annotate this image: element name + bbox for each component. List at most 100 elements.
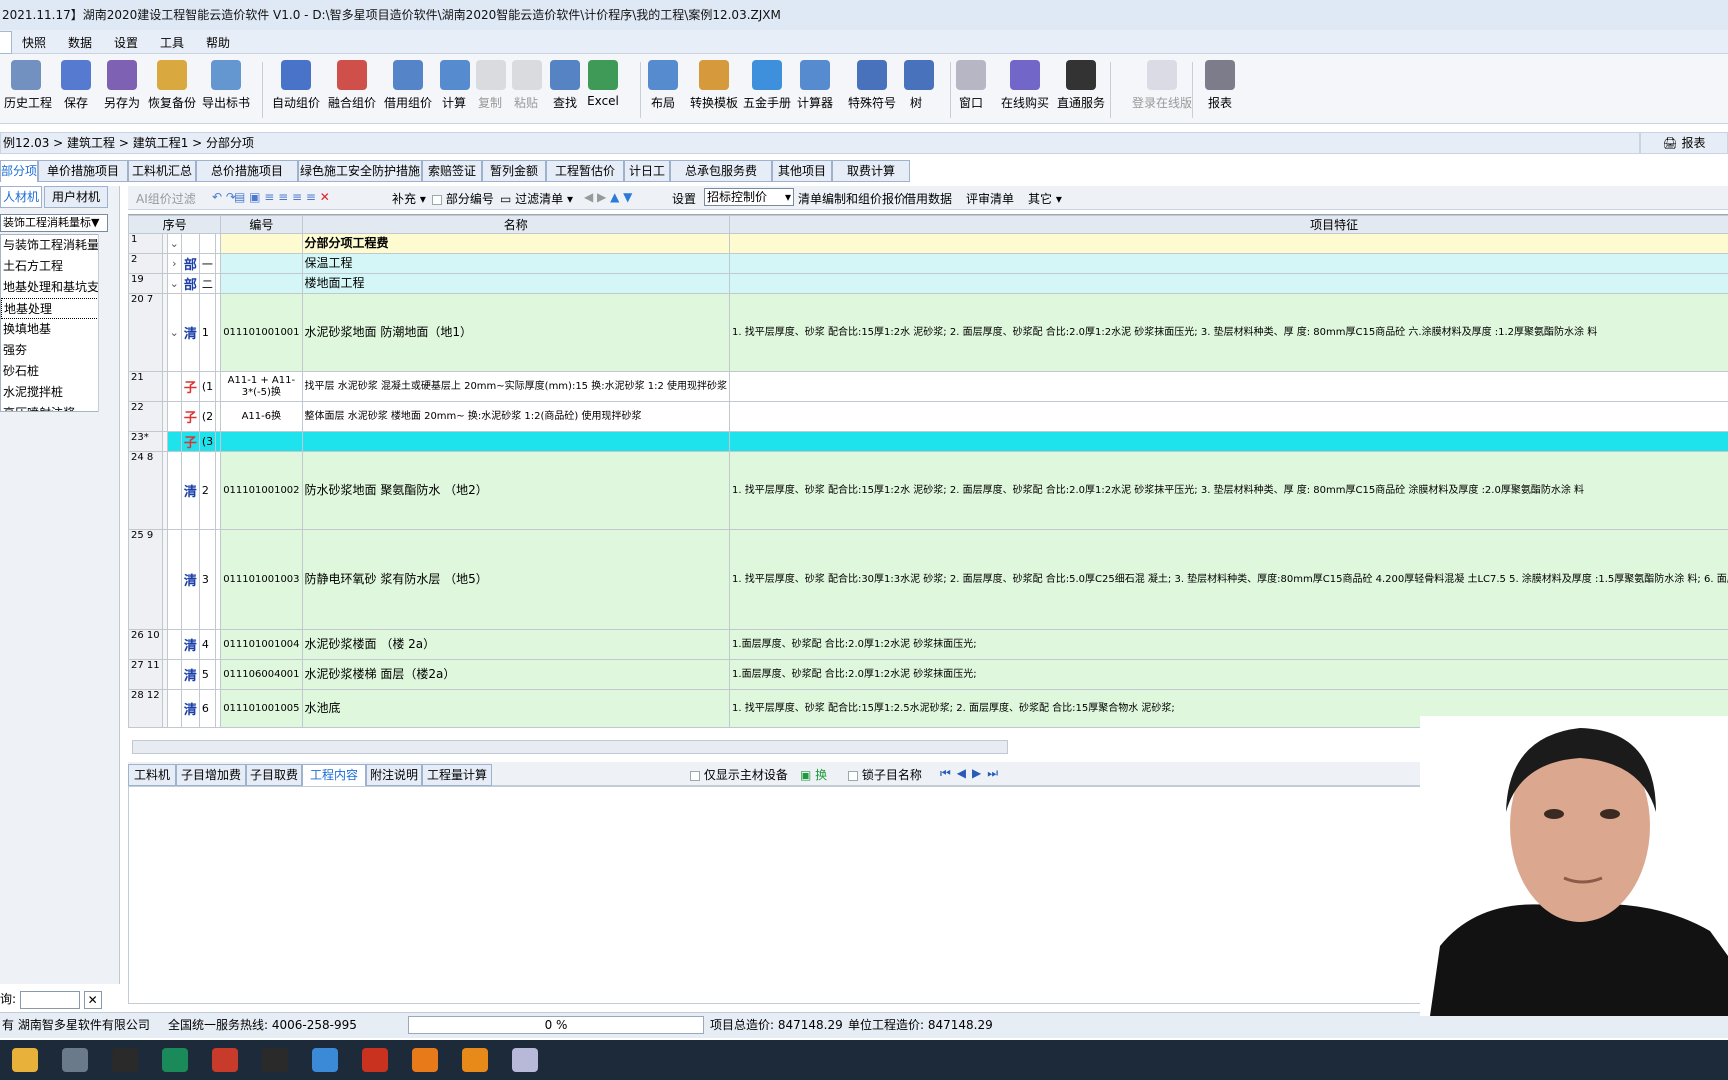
menu-item[interactable]: 帮助 — [206, 34, 230, 51]
module-tab[interactable]: 索赔签证 — [422, 160, 482, 182]
menu-item[interactable]: 工具 — [160, 34, 184, 51]
taskbar-app-icon[interactable] — [162, 1048, 188, 1072]
tree-item[interactable]: 地基处理和基坑支护 — [1, 277, 107, 298]
item-name[interactable]: 水泥砂浆地面 防潮地面（地1） — [301, 293, 731, 372]
taskbar-app-icon[interactable] — [462, 1048, 488, 1072]
borrow-data-button[interactable]: 借用数据 — [904, 190, 952, 207]
expand-toggle[interactable] — [166, 529, 182, 630]
expand-toggle[interactable] — [166, 401, 182, 432]
horizontal-scrollbar[interactable] — [132, 740, 1008, 754]
toolbar-button[interactable]: 转换模板 — [690, 60, 738, 120]
module-tab[interactable]: 工程暂估价 — [546, 160, 624, 182]
table-row[interactable]: 27 11 清 5 011106004001 水泥砂浆楼梯 面层（楼2a） 1.面层厚度、… — [128, 659, 1728, 690]
tree-item[interactable]: 土石方工程 — [1, 256, 107, 277]
module-tab[interactable]: 部分项 — [0, 160, 38, 182]
table-row[interactable]: 25 9 清 3 011101001003 防静电环氧砂 浆有防水层 （地5） 1. 找平… — [128, 529, 1728, 630]
module-tab[interactable]: 总价措施项目 — [196, 160, 298, 182]
table-row[interactable]: 19 ⌄ 部二 楼地面工程 — [128, 273, 1728, 294]
table-row[interactable]: 20 7 ⌄ 清 1 011101001001 水泥砂浆地面 防潮地面（地1） 1. 找平层… — [128, 293, 1728, 372]
column-header[interactable]: 编号 — [220, 215, 303, 234]
table-row[interactable]: 26 10 清 4 011101001004 水泥砂浆楼面 （楼 2a） 1.面层厚度、砂… — [128, 629, 1728, 660]
toolbar-button[interactable]: 特殊符号 — [844, 60, 900, 120]
main-equipment-checkbox[interactable]: 仅显示主材设备 — [690, 766, 788, 783]
other-dropdown[interactable]: 其它 ▾ — [1028, 190, 1062, 207]
item-name[interactable]: 水泥砂浆楼梯 面层（楼2a） — [301, 659, 731, 690]
toolbar-button[interactable]: 布局 — [646, 60, 680, 120]
module-tab[interactable]: 取费计算 — [832, 160, 910, 182]
item-feature[interactable] — [729, 233, 1728, 254]
table-row[interactable]: 22 子 (2 A11-6换 整体面层 水泥砂浆 楼地面 20mm~ 换:水泥砂浆 1:… — [128, 401, 1728, 432]
toolbar-button[interactable]: 五金手册 — [742, 60, 792, 120]
item-name[interactable] — [301, 431, 731, 452]
item-code[interactable]: 011101001003 — [220, 529, 303, 630]
item-feature[interactable] — [729, 273, 1728, 294]
module-tab[interactable]: 工料机汇总 — [128, 160, 196, 182]
table-row[interactable]: 21 子 (1 A11-1 + A11-3*(-5)换 找平层 水泥砂浆 混凝土或硬基层… — [128, 371, 1728, 402]
detail-tab[interactable]: 工程量计算 — [422, 764, 492, 786]
replace-button[interactable]: ▣ 换 — [800, 766, 827, 783]
item-code[interactable]: 011101001002 — [220, 451, 303, 530]
taskbar-app-icon[interactable] — [112, 1048, 138, 1072]
item-feature[interactable]: 1. 找平层厚度、砂浆 配合比:30厚1:3水泥 砂浆; 2. 面层厚度、砂浆配… — [729, 529, 1728, 630]
detail-tab[interactable]: 附注说明 — [366, 764, 422, 786]
toolbar-button[interactable]: 在线购买 — [1000, 60, 1050, 120]
toolbar-button[interactable]: 计算器 — [794, 60, 836, 120]
filter-list-dropdown[interactable]: ▭ 过滤清单 ▾ — [500, 190, 573, 207]
undo-icon[interactable]: ↶ ↷ — [212, 190, 236, 204]
toolbar-button[interactable]: Excel — [586, 60, 620, 120]
module-tab[interactable]: 其他项目 — [772, 160, 832, 182]
left-scrollbar[interactable] — [98, 234, 110, 412]
taskbar-app-icon[interactable] — [312, 1048, 338, 1072]
tree-item[interactable]: 高压喷射注浆 — [1, 403, 107, 411]
item-name[interactable]: 整体面层 水泥砂浆 楼地面 20mm~ 换:水泥砂浆 1:2(商品砼) 使用现拌… — [301, 401, 731, 432]
search-input[interactable] — [19, 990, 80, 1009]
section-number-checkbox[interactable]: 部分编号 — [432, 190, 494, 207]
tree-item[interactable]: 水泥搅拌桩 — [1, 382, 107, 403]
column-header[interactable]: 名称 — [301, 215, 731, 234]
item-feature[interactable] — [729, 371, 1728, 402]
taskbar-app-icon[interactable] — [262, 1048, 288, 1072]
item-code[interactable] — [220, 431, 303, 452]
table-row[interactable]: 1⌄分部分项工程费728945.59 — [128, 233, 1728, 254]
expand-toggle[interactable] — [166, 431, 182, 452]
toolbar-button[interactable]: 计算 — [440, 60, 470, 120]
expand-toggle[interactable]: › — [166, 253, 182, 274]
nav-arrows[interactable]: ◀ ▶ ▲ ▼ — [584, 190, 632, 204]
item-code[interactable]: 011106004001 — [220, 659, 303, 690]
record-nav-icons[interactable]: ⏮◀▶⏭ — [940, 766, 1004, 781]
tree-item[interactable]: 强夯 — [1, 340, 107, 361]
tab-user-material[interactable]: 用户材机 — [44, 186, 108, 208]
expand-toggle[interactable] — [166, 629, 182, 660]
item-code[interactable]: A11-1 + A11-3*(-5)换 — [220, 371, 303, 402]
toolbar-button[interactable]: 复制 — [476, 60, 506, 120]
tab-material[interactable]: 人材机 — [0, 186, 42, 208]
item-feature[interactable]: 1. 找平层厚度、砂浆 配合比:15厚1:2水 泥砂浆; 2. 面层厚度、砂浆配… — [729, 293, 1728, 372]
module-tab[interactable]: 单价措施项目 — [38, 160, 128, 182]
toolbar-button[interactable]: 登录在线版 — [1122, 60, 1202, 120]
lock-name-checkbox[interactable]: 锁子目名称 — [848, 766, 922, 783]
item-feature[interactable] — [729, 431, 1728, 452]
column-header[interactable]: 项目特征 — [729, 215, 1728, 234]
item-code[interactable]: A11-6换 — [220, 401, 303, 432]
item-name[interactable]: 水池底 — [301, 689, 731, 728]
item-feature[interactable] — [729, 253, 1728, 274]
item-name[interactable]: 找平层 水泥砂浆 混凝土或硬基层上 20mm~实际厚度(mm):15 换:水泥砂… — [301, 371, 731, 402]
tree-item[interactable]: 与装饰工程消耗量 — [1, 235, 107, 256]
toolbar-button[interactable]: 历史工程 — [4, 60, 52, 120]
toolbar-button[interactable]: 自动组价 — [270, 60, 322, 120]
taskbar-app-icon[interactable] — [12, 1048, 38, 1072]
expand-toggle[interactable]: ⌄ — [166, 293, 182, 372]
toolbar-button[interactable]: 窗口 — [954, 60, 988, 120]
tree-item[interactable]: 地基处理 — [1, 298, 107, 319]
price-type-select[interactable]: 招标控制价 ▾ — [704, 188, 794, 206]
toolbar-button[interactable]: 查找 — [550, 60, 580, 120]
item-name[interactable]: 楼地面工程 — [301, 273, 731, 294]
menu-item[interactable]: 设置 — [114, 34, 138, 51]
detail-tab[interactable]: 工程内容 — [302, 764, 366, 786]
toolbar-button[interactable]: 借用组价 — [382, 60, 434, 120]
toolbar-button[interactable]: 粘贴 — [512, 60, 542, 120]
item-feature[interactable] — [729, 401, 1728, 432]
item-name[interactable]: 防水砂浆地面 聚氨酯防水 （地2） — [301, 451, 731, 530]
toolbar-button[interactable]: 报表 — [1200, 60, 1240, 120]
item-code[interactable]: 011101001004 — [220, 629, 303, 660]
